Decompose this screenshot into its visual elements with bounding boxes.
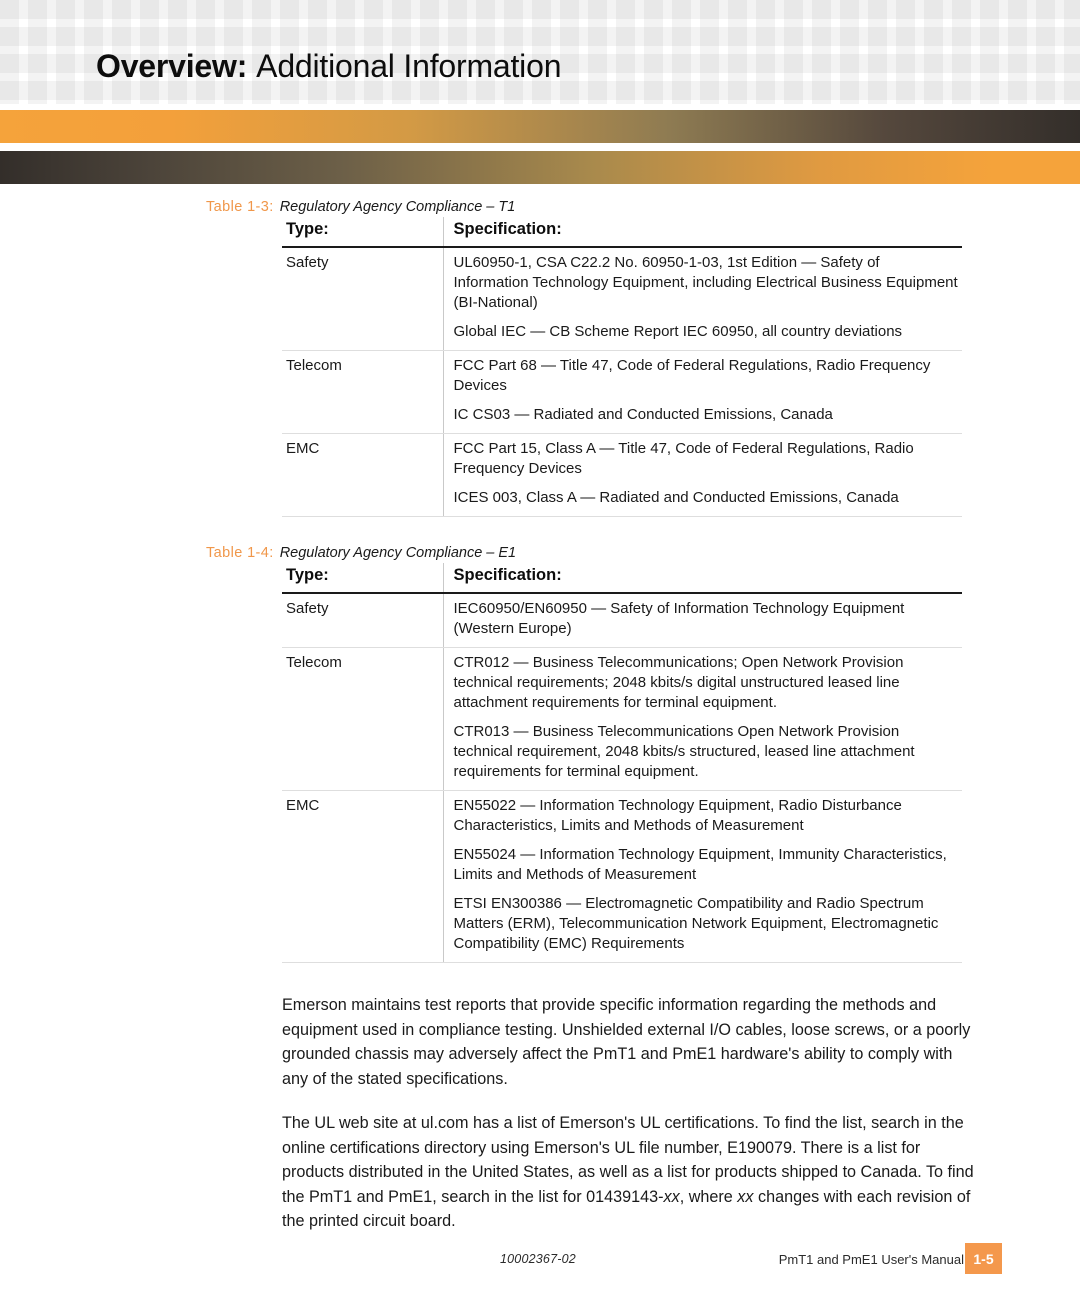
cell-specification: UL60950-1, CSA C22.2 No. 60950-1-03, 1st…: [442, 247, 962, 351]
spec-item: ETSI EN300386 — Electromagnetic Compatib…: [453, 895, 939, 952]
spec-item: IC CS03 — Radiated and Conducted Emissio…: [453, 406, 833, 423]
cell-specification: IEC60950/EN60950 — Safety of Information…: [442, 593, 962, 648]
page-title-bold: Overview:: [96, 48, 248, 84]
table-row: Safety IEC60950/EN60950 — Safety of Info…: [282, 593, 962, 648]
page-footer: 10002367-02 PmT1 and PmE1 User's Manual …: [0, 1243, 1080, 1283]
cell-type: EMC: [282, 433, 443, 517]
paragraph-italic-xx: xx: [663, 1187, 680, 1206]
table-row: EMC EN55022 — Information Technology Equ…: [282, 790, 962, 963]
spec-item: IEC60950/EN60950 — Safety of Information…: [453, 600, 905, 637]
page-title: Overview: Additional Information: [96, 46, 561, 86]
page-title-regular: Additional Information: [256, 48, 562, 84]
table-row: Safety UL60950-1, CSA C22.2 No. 60950-1-…: [282, 247, 962, 351]
regulatory-compliance-table-t1: Type: Specification: Safety UL60950-1, C…: [282, 217, 962, 517]
regulatory-compliance-table-e1: Type: Specification: Safety IEC60950/EN6…: [282, 563, 962, 963]
column-header-specification: Specification:: [442, 217, 962, 248]
column-header-specification: Specification:: [442, 563, 962, 594]
spec-item: CTR012 — Business Telecommunications; Op…: [453, 654, 904, 711]
body-paragraph-test-reports: Emerson maintains test reports that prov…: [282, 996, 971, 1088]
paragraph-italic-xx: xx: [737, 1187, 754, 1206]
cell-type: EMC: [282, 790, 443, 963]
table-row: Telecom CTR012 — Business Telecommunicat…: [282, 647, 962, 791]
table-header-row: Type: Specification:: [282, 217, 962, 248]
page-content: Table 1-3: Regulatory Agency Compliance –…: [0, 190, 1080, 1254]
cell-specification: FCC Part 68 — Title 47, Code of Federal …: [442, 350, 962, 434]
cell-type: Telecom: [282, 350, 443, 434]
table-caption-1-4: Table 1-4: Regulatory Agency Compliance –…: [206, 543, 1080, 563]
page-header: Overview: Additional Information: [0, 0, 1080, 190]
spec-item: ICES 003, Class A — Radiated and Conduct…: [453, 489, 899, 506]
table-caption-1-3: Table 1-3: Regulatory Agency Compliance –…: [206, 197, 1080, 217]
spec-item: CTR013 — Business Telecommunications Ope…: [453, 723, 915, 780]
cell-specification: EN55022 — Information Technology Equipme…: [442, 790, 962, 963]
footer-manual-title: PmT1 and PmE1 User's Manual: [778, 1252, 964, 1267]
column-header-type: Type:: [282, 563, 443, 594]
cell-specification: FCC Part 15, Class A — Title 47, Code of…: [442, 433, 962, 517]
table-caption-label: Table 1-4:: [206, 545, 274, 561]
spec-item: EN55022 — Information Technology Equipme…: [453, 797, 902, 834]
column-header-type: Type:: [282, 217, 443, 248]
footer-page-number-badge: 1-5: [965, 1243, 1002, 1274]
spec-item: EN55024 — Information Technology Equipme…: [453, 846, 947, 883]
cell-type: Telecom: [282, 647, 443, 791]
header-band-dark-to-orange: [0, 151, 1080, 184]
table-row: Telecom FCC Part 68 — Title 47, Code of …: [282, 350, 962, 434]
spec-item: Global IEC — CB Scheme Report IEC 60950,…: [453, 323, 903, 340]
spec-item: FCC Part 68 — Title 47, Code of Federal …: [453, 357, 931, 394]
table-caption-text: Regulatory Agency Compliance – E1: [279, 545, 517, 561]
body-paragraph-ul-website: The UL web site at ul.com has a list of …: [282, 1111, 982, 1234]
table-caption-label: Table 1-3:: [206, 199, 274, 215]
cell-specification: CTR012 — Business Telecommunications; Op…: [442, 647, 962, 791]
cell-type: Safety: [282, 593, 443, 648]
footer-document-number: 10002367-02: [500, 1252, 576, 1266]
cell-type: Safety: [282, 247, 443, 351]
table-header-row: Type: Specification:: [282, 563, 962, 594]
spec-item: FCC Part 15, Class A — Title 47, Code of…: [453, 440, 914, 477]
paragraph-text-segment: , where: [679, 1187, 738, 1206]
table-caption-text: Regulatory Agency Compliance – T1: [279, 199, 516, 215]
spec-item: UL60950-1, CSA C22.2 No. 60950-1-03, 1st…: [453, 254, 958, 311]
header-band-orange-to-dark: [0, 110, 1080, 143]
table-row: EMC FCC Part 15, Class A — Title 47, Cod…: [282, 433, 962, 517]
